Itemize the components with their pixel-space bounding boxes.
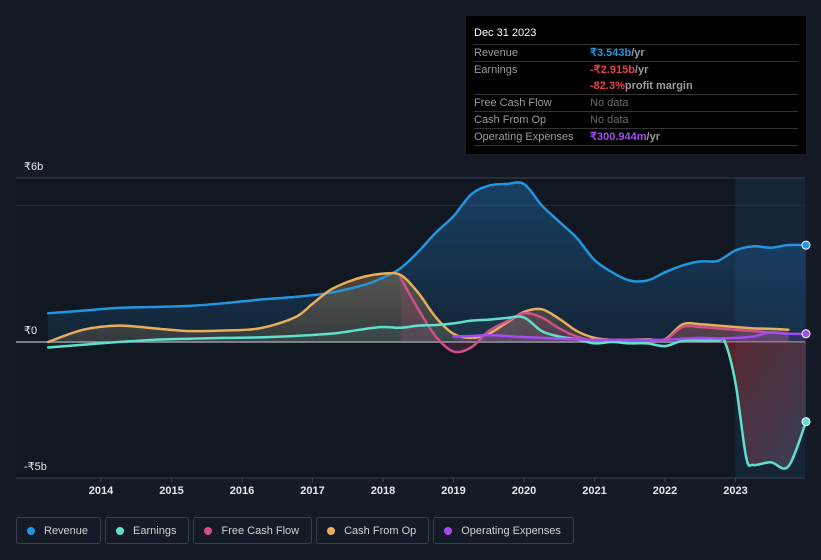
- operating-expenses-dot-icon: [444, 526, 453, 535]
- free-cash-flow-dot-icon: [204, 526, 213, 535]
- x-tick-label: 2016: [229, 485, 255, 497]
- tooltip-row-value: -82.3%: [590, 80, 625, 92]
- operating-expenses-end-marker: [801, 329, 811, 339]
- legend-label: Cash From Op: [344, 524, 417, 537]
- legend-item-free-cash-flow[interactable]: Free Cash Flow: [193, 517, 313, 544]
- x-tick-label: 2014: [88, 485, 114, 497]
- legend-item-earnings[interactable]: Earnings: [105, 517, 190, 544]
- legend-label: Free Cash Flow: [221, 524, 300, 537]
- y-tick-label-6b: ₹6b: [24, 161, 44, 173]
- x-tick-label: 2019: [441, 485, 466, 497]
- earnings-dot-icon: [116, 526, 125, 535]
- earnings-end-marker: [801, 417, 811, 427]
- legend-label: Operating Expenses: [461, 524, 561, 537]
- tooltip-row-label: Free Cash Flow: [474, 97, 552, 109]
- legend: Revenue Earnings Free Cash Flow Cash From O…: [16, 517, 574, 544]
- tooltip-row-unit: profit margin: [624, 80, 693, 92]
- tooltip-row-label: [474, 78, 590, 94]
- tooltip-row-value: No data: [590, 97, 629, 109]
- tooltip-row-label: Earnings: [474, 64, 518, 76]
- tooltip-row: Revenue ₹3.543b /yr: [474, 45, 798, 62]
- cash-from-op-dot-icon: [327, 526, 336, 535]
- tooltip-row-value: -₹2.915b: [590, 64, 635, 76]
- tooltip-row: Operating Expenses ₹300.944m /yr: [474, 129, 798, 146]
- revenue-end-marker: [801, 240, 811, 250]
- tooltip-row-label: Revenue: [474, 47, 519, 59]
- legend-item-revenue[interactable]: Revenue: [16, 517, 102, 544]
- legend-label: Earnings: [133, 524, 177, 537]
- tooltip: Dec 31 2023 Revenue ₹3.543b /yr Earnings -₹…: [466, 16, 806, 154]
- tooltip-row: -82.3% profit margin: [474, 78, 798, 95]
- x-tick-label: 2023: [723, 485, 748, 497]
- x-tick-label: 2015: [159, 485, 184, 497]
- tooltip-row-label: Cash From Op: [474, 114, 547, 126]
- tooltip-row-unit: /yr: [634, 64, 649, 76]
- tooltip-row-value: ₹300.944m: [590, 131, 647, 143]
- tooltip-date: Dec 31 2023: [474, 24, 798, 45]
- legend-item-operating-expenses[interactable]: Operating Expenses: [433, 517, 574, 544]
- legend-item-cash-from-op[interactable]: Cash From Op: [316, 517, 430, 544]
- x-tick-label: 2021: [582, 485, 607, 497]
- x-tick-label: 2018: [370, 485, 396, 497]
- revenue-dot-icon: [27, 526, 35, 535]
- x-tick-label: 2022: [652, 485, 678, 497]
- tooltip-row-label: Operating Expenses: [474, 131, 574, 143]
- y-tick-label-0: ₹0: [24, 325, 38, 337]
- tooltip-row-unit: /yr: [631, 47, 645, 59]
- y-tick-label-minus-5b: -₹5b: [24, 461, 47, 473]
- tooltip-row: Free Cash Flow No data: [474, 95, 798, 112]
- x-tick-label: 2017: [300, 485, 325, 497]
- tooltip-row: Cash From Op No data: [474, 112, 798, 129]
- tooltip-row-value: No data: [590, 114, 629, 126]
- tooltip-row-value: ₹3.543b: [590, 47, 632, 59]
- x-tick-label: 2020: [511, 485, 537, 497]
- legend-label: Revenue: [44, 524, 89, 537]
- tooltip-row-unit: /yr: [646, 131, 661, 143]
- tooltip-row: Earnings -₹2.915b /yr: [474, 62, 798, 78]
